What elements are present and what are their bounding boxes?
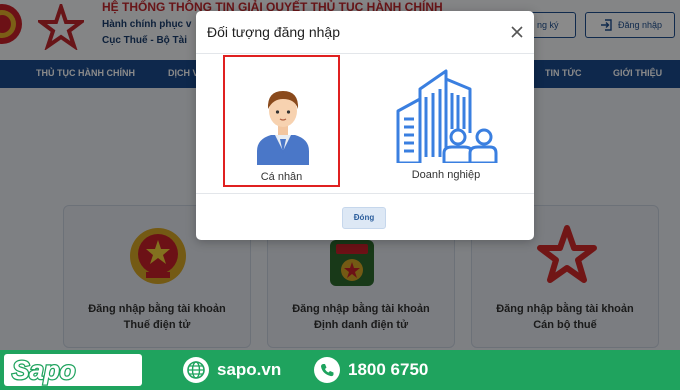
dialog-title: Đối tượng đăng nhập (207, 24, 340, 40)
sapo-footer-banner: Sapo sapo.vn 1800 6750 (0, 350, 680, 390)
globe-icon (183, 357, 209, 383)
sapo-logo: Sapo (4, 354, 142, 386)
option-personal[interactable]: Cá nhân (223, 55, 340, 187)
option-personal-label: Cá nhân (260, 171, 303, 183)
login-type-dialog: Đối tượng đăng nhập Cá nhân Doanh nghiệp… (196, 11, 534, 240)
close-icon[interactable] (510, 25, 524, 39)
buildings-icon (396, 69, 498, 163)
option-business-label: Doanh nghiệp (411, 169, 481, 181)
dialog-divider (196, 53, 534, 54)
hotline-number[interactable]: 1800 6750 (348, 360, 428, 380)
website-link[interactable]: sapo.vn (217, 360, 281, 380)
option-business[interactable]: Doanh nghiệp (386, 61, 506, 187)
close-button[interactable]: Đóng (342, 207, 386, 229)
dialog-divider (196, 193, 534, 194)
person-icon (257, 91, 309, 165)
sapo-brand-text: Sapo (11, 354, 77, 387)
phone-icon (314, 357, 340, 383)
